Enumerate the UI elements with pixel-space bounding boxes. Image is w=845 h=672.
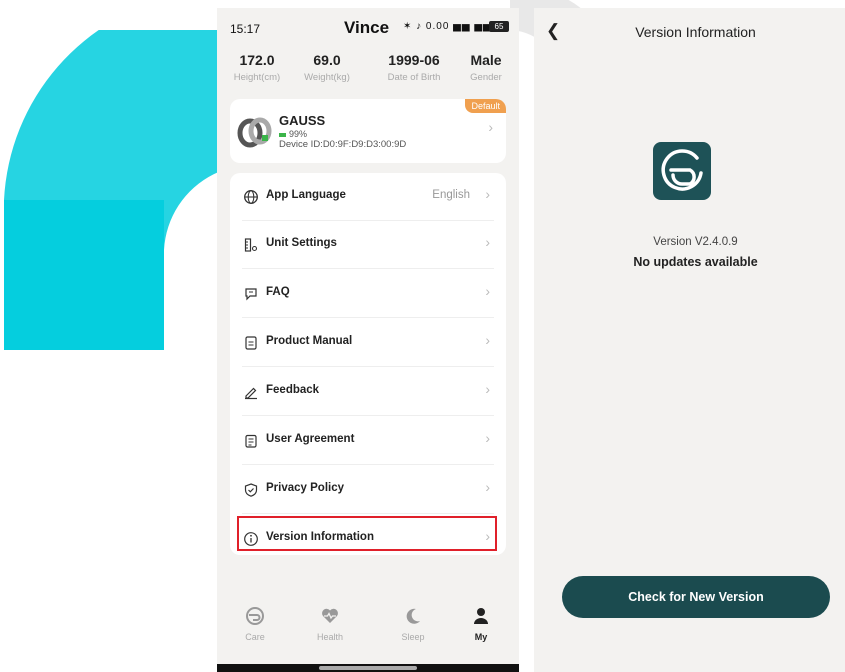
chevron-right-icon: › [485,528,490,544]
document-icon [245,336,257,350]
chevron-right-icon: › [488,119,493,135]
status-user-name: Vince [344,18,390,37]
logo-mark-icon [661,149,703,191]
settings-menu: App Language English › Unit Settings › F… [230,173,506,555]
default-badge: Default [465,99,506,113]
person-icon [474,608,488,624]
stat-dob-label: Date of Birth [387,72,441,83]
menu-item-user-agreement[interactable]: User Agreement › [230,417,506,465]
device-id: Device ID:D0:9F:D9:D3:00:9D [279,139,407,150]
menu-item-unit-settings[interactable]: Unit Settings › [230,221,506,269]
signal-icons: ✶ ♪ 0.00 ▅▅ ▅▅ [403,21,492,32]
menu-label: User Agreement [266,433,355,445]
nav-label: My [474,632,488,642]
heart-icon [322,608,338,623]
menu-label: FAQ [266,286,290,298]
stat-height: 172.0 Height(cm) [227,52,287,83]
chevron-right-icon: › [485,332,490,348]
my-profile-screen: 15:17 Vince ✶ ♪ 0.00 ▅▅ ▅▅ 65 172.0 Heig… [217,8,519,672]
stat-height-value: 172.0 [239,52,275,68]
menu-label: Unit Settings [266,237,337,249]
chevron-right-icon: › [485,381,490,397]
device-battery: 99% [279,129,307,139]
divider [242,268,494,269]
nav-item-care[interactable]: Care [230,606,280,642]
menu-label: Privacy Policy [266,482,344,494]
divider [242,415,494,416]
stat-gender: Male Gender [461,52,511,83]
nav-label: Care [245,632,265,642]
chevron-right-icon: › [485,234,490,250]
stat-gender-label: Gender [470,72,502,83]
menu-label: Feedback [266,384,320,396]
moon-icon [406,608,420,624]
chevron-right-icon: › [485,186,490,202]
bottom-nav: Care Health Sleep My [217,606,519,658]
stat-weight: 69.0 Weight(kg) [297,52,357,83]
stat-dob-value: 1999-06 [388,52,440,68]
profile-stats[interactable]: 172.0 Height(cm) 69.0 Weight(kg) 1999-06… [217,52,519,92]
globe-icon [244,190,258,204]
chevron-right-icon: › [485,479,490,495]
menu-label: App Language [266,189,346,201]
menu-item-app-language[interactable]: App Language English › [230,173,506,221]
menu-value: English [432,189,470,201]
device-battery-value: 99% [289,129,308,139]
pen-icon [245,387,257,400]
menu-item-faq[interactable]: FAQ › [230,270,506,318]
menu-item-privacy-policy[interactable]: Privacy Policy › [230,466,506,514]
info-icon [244,532,258,546]
smart-ring-icon [237,117,272,148]
menu-label: Product Manual [266,335,353,347]
divider [242,366,494,367]
chevron-right-icon: › [485,283,490,299]
nav-item-health[interactable]: Health [305,606,355,642]
nav-item-sleep[interactable]: Sleep [388,606,438,642]
menu-item-product-manual[interactable]: Product Manual › [230,319,506,367]
menu-item-feedback[interactable]: Feedback › [230,368,506,416]
battery-icon: 65 [489,21,509,32]
nav-label: Health [316,632,343,642]
device-name: GAUSS [279,113,326,128]
nav-item-my[interactable]: My [456,606,506,642]
version-information-screen: ❮ Version Information Version V2.4.0.9 N… [534,8,845,672]
home-indicator[interactable] [319,666,417,670]
stat-weight-value: 69.0 [313,52,341,68]
status-bar: 15:17 Vince ✶ ♪ 0.00 ▅▅ ▅▅ 65 [217,8,519,46]
battery-mini-icon [279,132,286,137]
app-logo-icon [653,142,711,200]
stat-gender-value: Male [470,52,502,68]
stat-height-label: Height(cm) [233,72,281,83]
divider [242,317,494,318]
agreement-icon [245,434,257,448]
ruler-icon [244,238,258,252]
status-time: 15:17 [230,22,261,36]
menu-label: Version Information [266,531,374,543]
care-icon [246,607,264,625]
update-status: No updates available [633,255,758,269]
device-card[interactable]: Default GAUSS 99% Device ID:D0:9F:D9:D3:… [230,99,506,163]
divider [242,464,494,465]
page-title: Version Information [635,24,756,40]
version-number: Version V2.4.0.9 [653,236,738,248]
divider [242,513,494,514]
stat-weight-label: Weight(kg) [304,72,350,83]
stat-dob: 1999-06 Date of Birth [377,52,451,83]
check-for-new-version-button[interactable]: Check for New Version [562,576,830,618]
faq-icon [245,288,257,301]
chevron-right-icon: › [485,430,490,446]
shield-icon [244,483,258,497]
menu-item-version-information[interactable]: Version Information › [230,515,506,563]
nav-label: Sleep [401,632,425,642]
